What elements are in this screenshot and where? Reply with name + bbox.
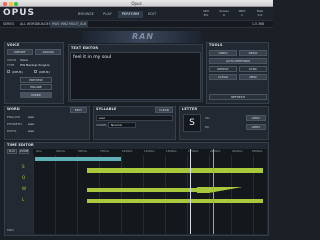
- timeline-play-button[interactable]: PLAY: [7, 149, 17, 154]
- lane-label-s: S: [22, 164, 25, 169]
- auto-perform-button[interactable]: AUTO PERFORM: [209, 58, 267, 64]
- tick-2: 500ms: [78, 149, 87, 153]
- timeline-zoom-button[interactable]: ZOOM: [19, 149, 29, 154]
- tick-9: 2250ms: [232, 149, 243, 153]
- engine-button[interactable]: ENGINE: [20, 84, 52, 90]
- tick-0: 0ms: [36, 149, 42, 153]
- mixer-button[interactable]: MIXER: [20, 92, 52, 98]
- phoneme-bar-2[interactable]: [87, 188, 197, 192]
- lane-label-o: O: [22, 175, 26, 180]
- word-paths-label: PATHS: [7, 129, 17, 133]
- repeat-button[interactable]: REPEAT: [209, 66, 237, 72]
- toggle-label-1: (OPUS): [12, 69, 23, 74]
- tick-5: 1250ms: [144, 149, 155, 153]
- letter-apply-button-1[interactable]: APPLY: [246, 115, 266, 121]
- syllable-mode-select[interactable]: Normal: [108, 122, 136, 128]
- syllable-clip[interactable]: [35, 157, 121, 161]
- letter-title: LETTER: [182, 107, 198, 111]
- letter-row2-label: Db: [205, 125, 210, 129]
- type-value: HW Bankup Singers: [20, 63, 50, 67]
- tick-4: 1000ms: [122, 149, 133, 153]
- subbar-series[interactable]: SERIES: [3, 21, 14, 28]
- lane-label-w: W: [22, 186, 26, 191]
- assign-button[interactable]: ASSIGN: [35, 49, 61, 55]
- text-editor-title: TEXT EDITOR: [71, 46, 99, 50]
- voice-panel-title: VOICE: [7, 43, 20, 47]
- tools-title: TOOLS: [209, 43, 223, 47]
- syllable-clear-button[interactable]: CLEAR: [155, 107, 173, 113]
- refresh-button[interactable]: REFRESH: [209, 94, 267, 100]
- tick-8: 2000ms: [210, 149, 221, 153]
- loop-marker[interactable]: [213, 149, 214, 234]
- nav-edit[interactable]: EDIT: [145, 11, 159, 18]
- word-phonetic-value: soul: [28, 122, 35, 126]
- nav-play[interactable]: PLAY: [99, 11, 116, 18]
- timeline-status: MIDI: [7, 228, 14, 232]
- banner-text: RAN: [132, 32, 155, 41]
- letter-apply-button-2[interactable]: APPLY: [246, 124, 266, 130]
- nav-browse[interactable]: BROWSE: [75, 11, 97, 18]
- word-paths-value: soul: [28, 129, 35, 133]
- timeline-grid: [33, 155, 267, 234]
- subbar-wordbuilder[interactable]: ALL WORDBUILDER: [20, 21, 51, 28]
- preset-button[interactable]: PRESET: [7, 49, 33, 55]
- clear-button[interactable]: CLEAR: [209, 74, 237, 80]
- word-edit-button[interactable]: EDIT: [70, 107, 87, 113]
- word-english-label: ENGLISH: [7, 115, 21, 119]
- phoneme-bar-1[interactable]: [87, 168, 263, 173]
- subbar-version: 1.0.368: [252, 22, 265, 26]
- voice-value: Voice: [20, 58, 28, 62]
- tick-3: 750ms: [100, 149, 109, 153]
- phoneme-ramp[interactable]: [197, 187, 263, 193]
- stat-voices: Voices 0: [219, 9, 229, 17]
- lyrics-text: feel it in my soul: [73, 55, 112, 60]
- toggle-label-2: (OPUS): [39, 69, 50, 74]
- stat-midi: MIDI 1: [238, 9, 246, 17]
- word-phonetic-label: PHONETIC: [7, 122, 23, 126]
- window-title: Opus: [131, 1, 142, 6]
- toggle-checkbox-1[interactable]: [7, 70, 10, 73]
- syllable-field[interactable]: soul: [96, 115, 173, 121]
- word-english-value: soul: [28, 115, 35, 119]
- letter-display: S: [183, 114, 201, 132]
- time-editor-title: TIME EDITOR: [7, 143, 34, 147]
- syllable-mode-label: VOWEL: [96, 123, 107, 127]
- toggle-checkbox-2[interactable]: [34, 70, 37, 73]
- tick-1: 250ms: [56, 149, 65, 153]
- tick-10: 2500ms: [252, 149, 263, 153]
- lane-label-l: L: [22, 197, 25, 202]
- app-logo: OPUS: [3, 8, 36, 18]
- type-label: TYPE: [7, 63, 15, 67]
- preview-button[interactable]: PREVIEW: [20, 77, 52, 83]
- playhead[interactable]: [190, 149, 191, 234]
- new-button[interactable]: NEW: [239, 74, 267, 80]
- nav-perform[interactable]: PERFORM: [118, 11, 143, 18]
- undo-button[interactable]: UNDO: [209, 50, 237, 56]
- voice-label: VOICE: [7, 58, 17, 62]
- stat-disk: Disk 0.0: [256, 9, 264, 17]
- tick-6: 1500ms: [166, 149, 177, 153]
- stat-cpu: CPU 8%: [202, 9, 210, 17]
- syllable-title: SYLLABLE: [96, 107, 117, 111]
- subbar-preset[interactable]: HW1 HW2 MULTI_SLB: [50, 21, 89, 28]
- letter-row1-label: Stv: [205, 116, 210, 120]
- phoneme-bar-3[interactable]: [87, 199, 263, 203]
- sync-button[interactable]: SYNC: [239, 66, 267, 72]
- word-title: WORD: [7, 107, 20, 111]
- redo-button[interactable]: REDO: [239, 50, 267, 56]
